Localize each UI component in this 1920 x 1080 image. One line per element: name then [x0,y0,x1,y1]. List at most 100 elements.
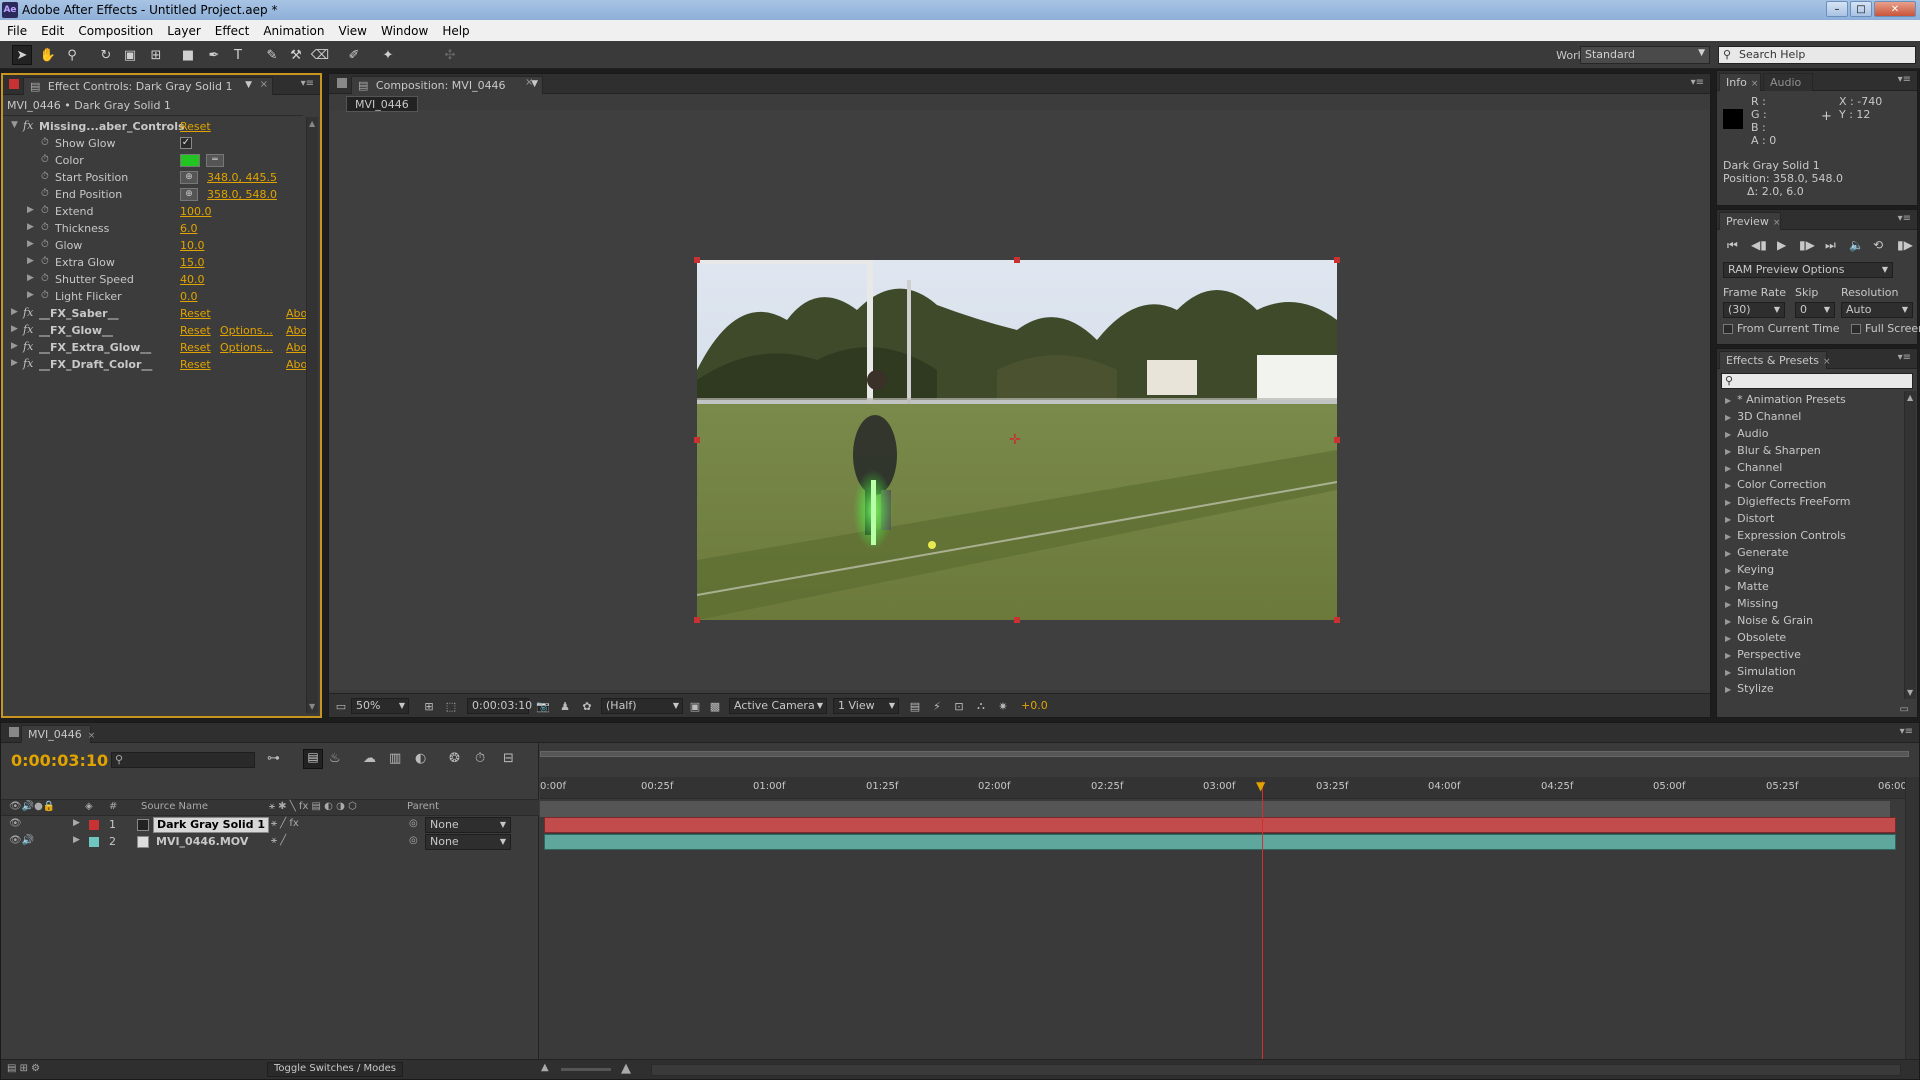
handle-bottom-center[interactable] [1014,617,1020,623]
reset-link[interactable]: Reset [180,307,211,320]
effect-row-extra-glow[interactable]: ▶ fx __FX_Extra_Glow__ Reset Options... … [3,340,307,357]
scroll-up-icon[interactable]: ▲ [1907,393,1913,402]
stopwatch-icon[interactable]: ⏱ [41,137,49,148]
crosshair-icon[interactable]: ⊕ [180,188,198,201]
current-time-display[interactable]: 0:00:03:10 [467,698,532,714]
stopwatch-icon[interactable]: ⏱ [41,205,49,216]
ram-preview-options-select[interactable]: RAM Preview Options ▼ [1723,262,1893,278]
property-value[interactable]: 100.0 [180,205,212,218]
eyedropper-icon[interactable]: ═ [206,154,224,167]
loop-icon[interactable]: ⟲ [1873,238,1883,252]
expand-triangle-icon[interactable]: ▶ [27,256,34,266]
effects-category-item[interactable]: ▶ Generate [1725,546,1789,559]
close-icon[interactable]: × [1773,218,1781,228]
audio-icon[interactable]: 🔈 [1849,238,1864,252]
navigator-bar[interactable] [540,751,1909,757]
close-icon[interactable]: × [88,731,96,741]
layer-switches-icon[interactable]: ⚹ ╱ fx [271,818,299,829]
video-visibility-icon[interactable]: 👁 [9,818,22,829]
puppet-pin-tool-icon[interactable]: ✦ [378,45,398,65]
tab-effect-controls[interactable]: ▤ Effect Controls: Dark Gray Solid 1 ▼ × [23,77,273,95]
composition-viewer[interactable]: ✛ [329,110,1710,690]
effects-category-item[interactable]: ▶ Perspective [1725,648,1801,661]
camera-tool-icon[interactable]: ▣ [120,45,140,65]
layer-switches-icon[interactable]: ⚹ ╱ [271,835,286,846]
layer-bar-solid[interactable] [544,817,1896,833]
menu-layer[interactable]: Layer [160,24,207,38]
selection-tool-icon[interactable]: ➤ [12,45,32,65]
next-frame-icon[interactable]: ▮▶ [1799,238,1815,252]
effects-category-item[interactable]: ▶ Distort [1725,512,1774,525]
stopwatch-icon[interactable]: ⏱ [41,222,49,233]
stopwatch-icon[interactable]: ⏱ [41,256,49,267]
color-swatch[interactable] [180,154,200,167]
expand-triangle-icon[interactable]: ▶ [27,290,34,300]
tab-preview[interactable]: Preview × [1719,212,1781,230]
roto-brush-tool-icon[interactable]: ✐ [344,45,364,65]
property-value[interactable]: 40.0 [180,273,205,286]
zoom-slider[interactable] [561,1068,611,1071]
panel-menu-icon[interactable]: ▾≡ [1898,74,1911,85]
toggle-pixel-aspect-icon[interactable]: ▤ [907,698,923,714]
axis-mode-icon[interactable]: ✣ [440,45,460,65]
effect-controls-scrollbar[interactable]: ▲ ▼ [306,117,318,713]
frame-blending-icon[interactable]: ▥ [389,751,401,766]
from-current-time-checkbox[interactable] [1723,324,1733,334]
handle-bottom-left[interactable] [694,617,700,623]
layer-name[interactable]: MVI_0446.MOV [156,835,248,848]
effects-category-item[interactable]: ▶ Matte [1725,580,1769,593]
expand-triangle-icon[interactable]: ▶ [11,341,18,351]
about-link[interactable]: Abo [286,324,307,337]
handle-top-center[interactable] [1014,257,1020,263]
resolution-select[interactable]: (Half) ▼ [601,698,683,714]
property-value[interactable]: 10.0 [180,239,205,252]
table-row[interactable]: 👁🔊 ▶ 2 MVI_0446.MOV ⚹ ╱ ◎ None ▼ [1,834,539,851]
chevron-down-icon[interactable]: ▼ [245,80,252,90]
safe-margins-icon[interactable]: ⊞ [421,698,437,714]
panel-menu-icon[interactable]: ▾≡ [1900,726,1913,737]
effects-category-item[interactable]: ▶ Channel [1725,461,1782,474]
exposure-value[interactable]: +0.0 [1021,699,1048,712]
fx-icon[interactable]: fx [23,306,33,319]
about-link[interactable]: Abo [286,341,307,354]
fx-icon[interactable]: fx [23,340,33,353]
magnification-select[interactable]: 50% ▼ [351,698,409,714]
options-link[interactable]: Options... [220,341,273,354]
panel-menu-icon[interactable]: ▾≡ [301,78,314,89]
menu-window[interactable]: Window [374,24,435,38]
stopwatch-icon[interactable]: ⏱ [41,239,49,250]
menu-help[interactable]: Help [435,24,476,38]
effect-row-draft-color[interactable]: ▶ fx __FX_Draft_Color__ Reset Abo [3,357,307,374]
stopwatch-icon[interactable]: ⏱ [41,171,49,182]
video-visibility-icon[interactable]: 👁🔊 [9,835,34,846]
tab-effects-presets[interactable]: Effects & Presets × [1719,351,1831,369]
handle-top-right[interactable] [1334,257,1340,263]
zoom-tool-icon[interactable]: ⚲ [62,45,82,65]
property-value[interactable]: 0.0 [180,290,198,303]
timeline-horizontal-scrollbar[interactable] [651,1064,1901,1076]
mask-visibility-icon[interactable]: ⬚ [443,698,459,714]
parent-select[interactable]: None ▼ [425,817,511,833]
pick-whip-icon[interactable]: ◎ [409,818,418,829]
tab-timeline[interactable]: MVI_0446 × [21,725,95,743]
show-snapshot-icon[interactable]: ♟ [557,698,573,714]
effects-category-item[interactable]: ▶ Noise & Grain [1725,614,1813,627]
close-icon[interactable]: × [1823,357,1831,367]
effects-category-item[interactable]: ▶ Expression Controls [1725,529,1846,542]
first-frame-icon[interactable]: ⏮ [1727,238,1738,253]
layer-label-color[interactable] [89,820,99,830]
effects-category-item[interactable]: ▶ Color Correction [1725,478,1826,491]
hide-shy-layers-icon[interactable]: ☁ [363,751,376,766]
menu-effect[interactable]: Effect [208,24,257,38]
pick-whip-icon[interactable]: ◎ [409,835,418,846]
work-area-bar[interactable] [540,801,1890,817]
workspace-select[interactable]: Standard ▼ [1580,46,1710,64]
draft-3d-icon[interactable]: ♨ [329,751,341,766]
region-of-interest-icon[interactable]: ▣ [687,698,703,714]
layer-switches-toggle-icon[interactable]: ▤ ⊞ ⚙ [7,1063,40,1074]
expand-triangle-icon[interactable]: ▶ [73,835,80,845]
expand-triangle-icon[interactable]: ▶ [27,239,34,249]
color-channel-icon[interactable]: ✿ [579,698,595,714]
timeline-search-input[interactable]: ⚲ [111,752,255,768]
fast-previews-icon[interactable]: ⚡ [929,698,945,714]
